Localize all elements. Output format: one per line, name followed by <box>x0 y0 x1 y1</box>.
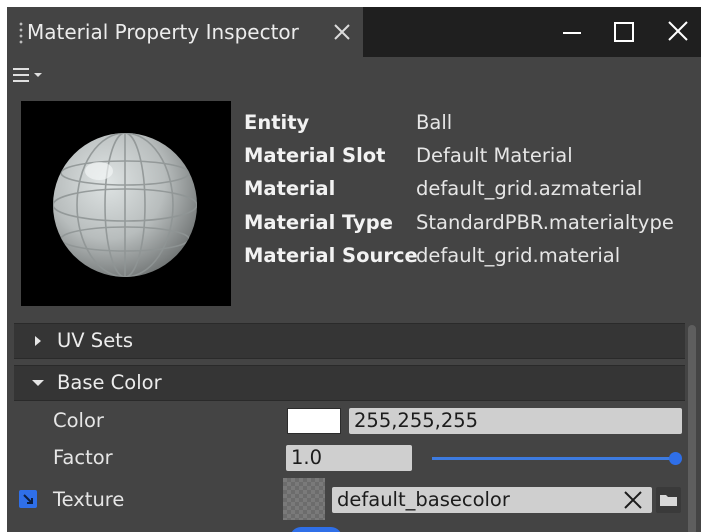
material-inspector-window: Material Property Inspector Entity Ball … <box>7 7 701 532</box>
texture-thumbnail[interactable] <box>283 478 325 520</box>
info-value: StandardPBR.materialtype <box>416 211 674 234</box>
factor-slider-track[interactable] <box>432 457 677 460</box>
inspector-tab[interactable]: Material Property Inspector <box>7 7 363 57</box>
maximize-icon[interactable] <box>607 17 641 47</box>
color-label: Color <box>53 409 104 432</box>
factor-slider-handle[interactable] <box>669 452 682 465</box>
info-value: Ball <box>416 111 453 134</box>
drag-grip-icon[interactable] <box>19 21 23 45</box>
section-base-color[interactable]: Base Color <box>14 365 685 401</box>
texture-label: Texture <box>53 488 125 511</box>
close-icon[interactable] <box>661 17 695 47</box>
tab-close-icon[interactable] <box>331 21 353 43</box>
info-value: default_grid.azmaterial <box>416 177 643 200</box>
material-preview <box>21 101 231 306</box>
info-key: Entity <box>244 111 310 134</box>
folder-icon <box>660 495 677 506</box>
section-uv-sets[interactable]: UV Sets <box>14 323 685 359</box>
color-value-field[interactable]: 255,255,255 <box>349 408 682 434</box>
chevron-right-icon[interactable] <box>31 334 45 348</box>
toggle-switch[interactable] <box>290 527 342 532</box>
browse-button[interactable] <box>656 487 681 513</box>
title-bar: Material Property Inspector <box>7 7 701 57</box>
info-key: Material Type <box>244 211 393 234</box>
factor-input[interactable]: 1.0 <box>286 445 412 471</box>
info-value: default_grid.material <box>416 244 621 267</box>
texture-path-field[interactable]: default_basecolor <box>332 487 652 513</box>
texture-link-icon[interactable] <box>19 490 37 508</box>
section-label: UV Sets <box>57 329 133 352</box>
sphere-preview-image <box>53 133 197 277</box>
clear-icon[interactable] <box>622 489 644 511</box>
factor-label: Factor <box>53 446 113 469</box>
info-key: Material <box>244 177 336 200</box>
info-key: Material Source <box>244 244 418 267</box>
hamburger-menu-icon[interactable] <box>12 65 44 87</box>
vertical-scrollbar[interactable] <box>688 325 696 532</box>
info-value: Default Material <box>416 144 573 167</box>
minimize-icon[interactable] <box>555 17 589 47</box>
section-label: Base Color <box>57 371 162 394</box>
info-key: Material Slot <box>244 144 386 167</box>
tab-title: Material Property Inspector <box>27 20 299 44</box>
color-swatch[interactable] <box>287 408 341 434</box>
chevron-down-icon[interactable] <box>31 376 45 390</box>
